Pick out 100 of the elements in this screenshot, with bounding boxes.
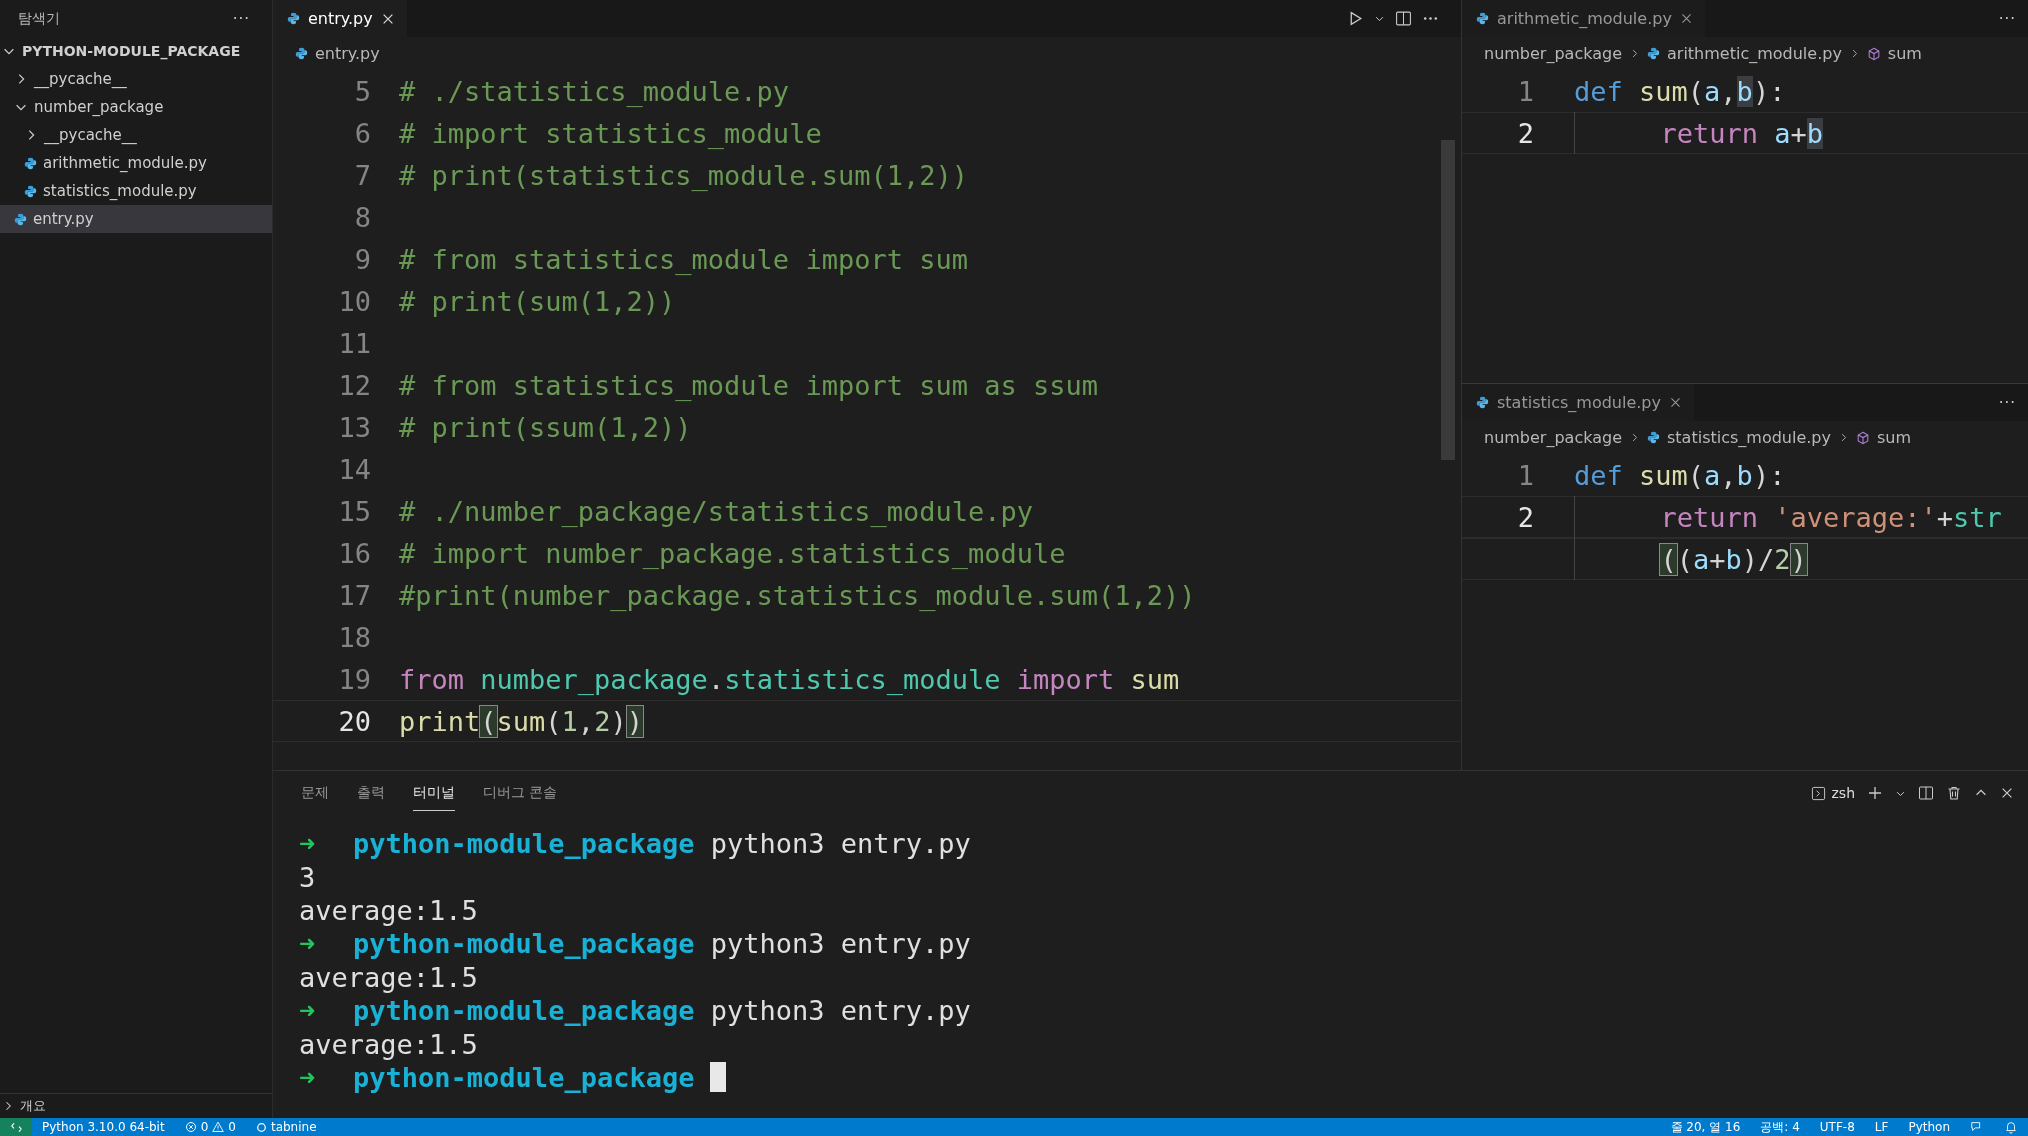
file-icon bbox=[287, 12, 300, 25]
file-icon bbox=[1476, 12, 1489, 25]
code-line: return 'average:'+str bbox=[1659, 501, 2002, 533]
close-icon[interactable] bbox=[1669, 396, 1682, 409]
terminal-line: 3 bbox=[299, 861, 316, 893]
warning-icon bbox=[212, 1121, 225, 1133]
editor-tab[interactable]: entry.py bbox=[273, 0, 407, 37]
file-icon bbox=[1476, 396, 1489, 409]
tree-item[interactable]: PYTHON-MODULE_PACKAGE bbox=[0, 37, 272, 65]
code-line: # from statistics_module import sum bbox=[399, 243, 968, 275]
code-line: #print(number_package.statistics_module.sum(1,2)) bbox=[399, 579, 1196, 611]
line-number: 14 bbox=[337, 453, 371, 485]
code-line: print(sum(1,2)) bbox=[399, 705, 643, 737]
language-status[interactable]: Python bbox=[1908, 1120, 1950, 1134]
split-editor-icon[interactable] bbox=[1395, 10, 1412, 27]
file-icon bbox=[24, 156, 37, 170]
panel-tab[interactable]: 디버그 콘솔 bbox=[483, 775, 558, 811]
code-line: # print(sum(1,2)) bbox=[399, 285, 676, 317]
tree-item[interactable]: arithmetic_module.py bbox=[0, 149, 272, 177]
terminal-line: ➜ python-module_package bbox=[299, 1061, 695, 1093]
cube-icon bbox=[1866, 46, 1881, 61]
tree-item[interactable]: statistics_module.py bbox=[0, 177, 272, 205]
file-icon bbox=[1647, 431, 1660, 444]
tree-item[interactable]: __pycache__ bbox=[0, 121, 272, 149]
more-button[interactable]: ··· bbox=[1998, 9, 2028, 28]
terminal-line: ➜ python-module_package python3 entry.py bbox=[299, 828, 971, 860]
indentation-status[interactable]: 공백: 4 bbox=[1760, 1118, 1800, 1136]
extension-status[interactable]: tabnine bbox=[255, 1120, 317, 1134]
remote-button[interactable] bbox=[0, 1118, 32, 1136]
scrollbar[interactable] bbox=[1441, 140, 1455, 460]
line-number: 9 bbox=[353, 243, 371, 275]
circle-icon bbox=[255, 1121, 267, 1133]
line-number: 10 bbox=[337, 285, 371, 317]
breadcrumb-item[interactable]: arithmetic_module.py bbox=[1667, 44, 1842, 63]
line-number: 18 bbox=[337, 621, 371, 653]
close-icon[interactable] bbox=[1679, 12, 1693, 25]
line-number: 6 bbox=[353, 117, 371, 149]
code-line: from number_package.statistics_module import sum bbox=[399, 663, 1180, 695]
panel-tab[interactable]: 문제 bbox=[301, 775, 329, 811]
line-number: 7 bbox=[353, 159, 371, 191]
editor-tab[interactable]: arithmetic_module.py bbox=[1462, 0, 1705, 37]
plus-icon[interactable] bbox=[1867, 785, 1883, 801]
terminal-line: average:1.5 bbox=[299, 961, 478, 993]
line-number: 5 bbox=[353, 75, 371, 107]
code-line: def sum(a,b): bbox=[1574, 459, 1786, 491]
breadcrumb-item[interactable]: statistics_module.py bbox=[1667, 428, 1831, 447]
panel-tab[interactable]: 출력 bbox=[357, 775, 385, 811]
code-line: # ./statistics_module.py bbox=[399, 75, 790, 107]
breadcrumb-item[interactable]: number_package bbox=[1484, 44, 1622, 63]
tree-item[interactable]: __pycache__ bbox=[0, 65, 272, 93]
line-number: 12 bbox=[337, 369, 371, 401]
code-line: # import number_package.statistics_module bbox=[399, 537, 1066, 569]
terminal-line: ➜ python-module_package python3 entry.py bbox=[299, 928, 971, 960]
code-line: def sum(a,b): bbox=[1574, 75, 1786, 107]
error-icon bbox=[184, 1121, 197, 1133]
problems-status[interactable]: 0 0 bbox=[184, 1120, 236, 1134]
code-line: # from statistics_module import sum as ssum bbox=[399, 369, 1098, 401]
line-number: 1 bbox=[1516, 459, 1535, 491]
interpreter-status[interactable]: Python 3.10.0 64-bit bbox=[42, 1120, 165, 1134]
more-button[interactable]: ··· bbox=[1998, 393, 2028, 412]
breadcrumb-item[interactable]: sum bbox=[1877, 428, 1912, 447]
terminal-line: average:1.5 bbox=[299, 1028, 478, 1060]
more-button[interactable]: ··· bbox=[232, 9, 250, 28]
split-terminal-icon[interactable] bbox=[1918, 785, 1934, 801]
line-number: 20 bbox=[337, 705, 371, 737]
breadcrumb-item[interactable]: number_package bbox=[1484, 428, 1622, 447]
terminal-line: ➜ python-module_package python3 entry.py bbox=[299, 995, 971, 1027]
code-line: return a+b bbox=[1659, 117, 1823, 149]
tree-item[interactable]: number_package bbox=[0, 93, 272, 121]
line-number: 16 bbox=[337, 537, 371, 569]
breadcrumb-item[interactable]: sum bbox=[1887, 44, 1922, 63]
terminal-line: average:1.5 bbox=[299, 894, 478, 926]
sidebar-title: 탐색기 bbox=[18, 9, 60, 28]
line-number: 19 bbox=[337, 663, 371, 695]
bell-icon[interactable] bbox=[2004, 1120, 2018, 1134]
editor-tab[interactable]: statistics_module.py bbox=[1462, 384, 1694, 421]
cursor-position[interactable]: 줄 20, 열 16 bbox=[1670, 1118, 1741, 1136]
file-icon bbox=[295, 47, 308, 60]
code-line: # print(statistics_module.sum(1,2)) bbox=[399, 159, 968, 191]
code-line: # print(ssum(1,2)) bbox=[399, 411, 692, 443]
line-ending-status[interactable]: LF bbox=[1874, 1120, 1889, 1134]
line-number: 15 bbox=[337, 495, 371, 527]
close-icon[interactable] bbox=[2000, 786, 2014, 800]
panel-tab[interactable]: 터미널 bbox=[413, 775, 455, 811]
terminal-icon bbox=[1811, 785, 1827, 801]
line-number: 13 bbox=[337, 411, 371, 443]
line-number: 11 bbox=[337, 327, 371, 359]
line-number: 1 bbox=[1516, 75, 1535, 107]
shell-selector[interactable]: zsh bbox=[1811, 785, 1855, 801]
line-number: 2 bbox=[1516, 501, 1535, 533]
file-icon bbox=[24, 184, 37, 198]
breadcrumb-item[interactable]: entry.py bbox=[315, 44, 380, 63]
cube-icon bbox=[1856, 430, 1870, 445]
code-line: # import statistics_module bbox=[399, 117, 822, 149]
encoding-status[interactable]: UTF-8 bbox=[1819, 1120, 1855, 1134]
trash-icon[interactable] bbox=[1946, 785, 1962, 801]
remote-icon bbox=[9, 1120, 23, 1134]
line-number: 8 bbox=[353, 201, 371, 233]
file-icon bbox=[14, 212, 27, 226]
tree-item[interactable]: entry.py bbox=[0, 205, 272, 233]
